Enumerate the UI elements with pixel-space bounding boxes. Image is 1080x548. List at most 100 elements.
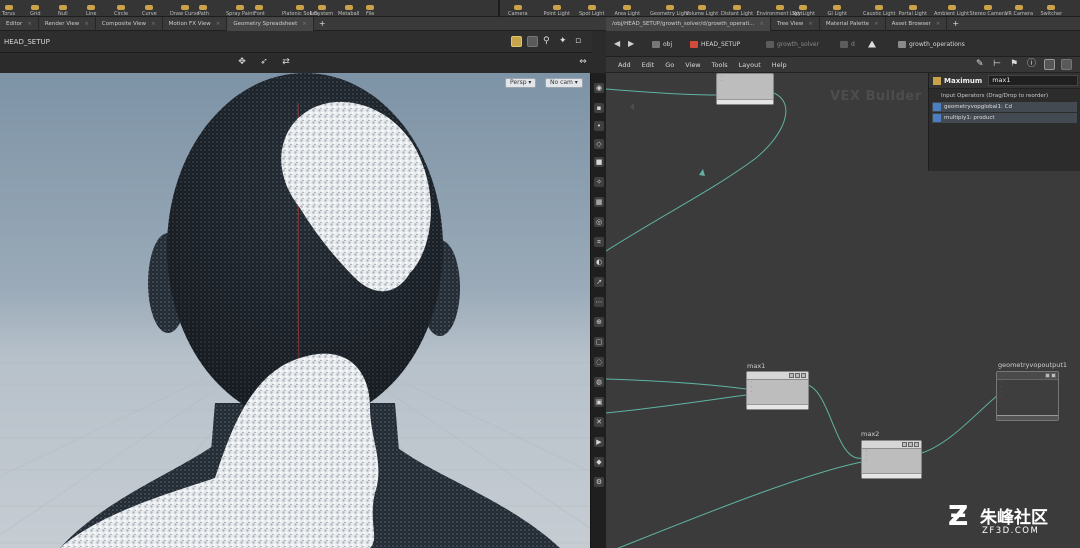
vop-node-output[interactable]: · · · · [996,371,1059,421]
point-icon[interactable]: • [594,121,604,131]
select-icon[interactable]: ➶ [259,57,269,67]
shelf-tool-circle[interactable]: Circle [114,0,128,17]
menu-layout[interactable]: Layout [739,61,761,69]
breadcrumb-growth-solver[interactable]: growth_solver [766,38,819,50]
menu-edit[interactable]: Edit [642,61,655,69]
info-icon[interactable]: ⓘ [1027,59,1038,70]
menu-help[interactable]: Help [772,61,787,69]
ghost-icon[interactable]: ◍ [594,377,604,387]
forward-icon[interactable]: ▶ [628,39,634,48]
shelf-tool-draw-curve[interactable]: Draw Curve [170,0,199,17]
close-icon[interactable]: × [759,21,764,27]
tab-asset-browser[interactable]: Asset Browser × [886,16,948,31]
network-canvas[interactable]: VEX Builder · · max1 · · · max2 · · · ge… [606,73,1080,548]
normals-icon[interactable]: ↗ [594,277,604,287]
shelf-tool-area-light[interactable]: Area Light [615,0,640,17]
close-icon[interactable]: × [27,21,32,27]
template-icon[interactable]: ▣ [594,397,604,407]
settings-icon[interactable]: ⚙ [594,477,604,487]
add-tab-button[interactable]: + [314,19,331,28]
input-operator-item[interactable]: geometryvopglobal1: Cd [932,102,1077,112]
tab-motion-fx-view[interactable]: Motion FX View × [163,16,228,31]
close-icon[interactable]: × [874,21,879,27]
camera-view-icon[interactable]: ◎ [594,217,604,227]
node-name-field[interactable]: max1 [988,75,1079,86]
vop-node-max1[interactable]: · · · [746,371,809,410]
add-tab-button[interactable]: + [947,19,964,28]
persp-menu[interactable]: Persp ▾ [505,78,537,88]
tab-material-palette[interactable]: Material Palette × [820,16,886,31]
close-icon[interactable]: × [808,21,813,27]
shelf-tool-stereo-camera[interactable]: Stereo Camera [970,0,1007,17]
breadcrumb-obj[interactable]: obj [652,38,672,50]
shelf-tool-volume-light[interactable]: Volume Light [686,0,718,17]
menu-view[interactable]: View [685,61,700,69]
edge-icon[interactable]: ◇ [594,139,604,149]
tab-tree-view[interactable]: Tree View × [771,16,820,31]
warning-icon[interactable] [868,38,879,50]
breadcrumb-growth-operations[interactable]: growth_operations [898,38,965,50]
shelf-tool-vr-camera[interactable]: VR Camera [1005,0,1033,17]
shelf-tool-grid[interactable]: Grid [30,0,41,17]
wrench-icon[interactable]: ✎ [976,59,987,70]
viewer-path[interactable]: HEAD_SETUP [4,38,50,46]
breadcrumb-head-setup[interactable]: HEAD_SETUP [690,38,740,50]
light-icon[interactable]: ✧ [594,177,604,187]
shelf-tool-font[interactable]: Font [254,0,265,17]
shelf-tool-point-light[interactable]: Point Light [544,0,570,17]
shelf-tool-spray-paint[interactable]: Spray Paint [226,0,254,17]
close-icon[interactable]: × [302,21,307,27]
snap-icon[interactable]: ⊕ [594,317,604,327]
input-operator-item[interactable]: multiply1: product [932,113,1077,123]
close-icon[interactable]: × [936,21,941,27]
vop-node-max2[interactable]: · · · [861,440,922,479]
tab-composite-view[interactable]: Composite View × [96,16,163,31]
close-icon[interactable]: × [216,21,221,27]
shelf-tool-switcher[interactable]: Switcher [1041,0,1062,17]
close-icon[interactable]: × [84,21,89,27]
shelf-tool-path[interactable]: Path [198,0,209,17]
shelf-tool-ambient-light[interactable]: Ambient Light [934,0,969,17]
shelf-tool-geometry-light[interactable]: Geometry Light [650,0,689,17]
shelf-tool-file[interactable]: File [366,0,374,17]
menu-tools[interactable]: Tools [712,61,728,69]
shelf-tool-torus[interactable]: Torus [2,0,15,17]
maximize-icon[interactable]: ▫ [575,36,586,47]
shelf-tool-gi-light[interactable]: GI Light [828,0,847,17]
shelf-tool-curve[interactable]: Curve [142,0,157,17]
snapshot-icon[interactable] [511,36,522,47]
points-icon[interactable]: ⋯ [594,297,604,307]
flag-icon[interactable]: ⚑ [1010,59,1021,70]
grid-icon[interactable]: ▦ [594,197,604,207]
shelf-tool-l-system[interactable]: L-System [310,0,333,17]
camera-menu[interactable]: No cam ▾ [545,78,583,88]
shelf-tool-line[interactable]: Line [86,0,96,17]
shelf-tool-portal-light[interactable]: Portal Light [899,0,927,17]
display-options-icon[interactable]: ◉ [594,83,604,93]
shelf-tool-metaball[interactable]: Metaball [338,0,359,17]
frame-icon[interactable]: ▢ [594,337,604,347]
shelf-tool-distant-light[interactable]: Distant Light [721,0,753,17]
shelf-tool-sky-light[interactable]: Sky Light [792,0,815,17]
breadcrumb-d[interactable]: d [840,38,855,50]
shelf-tool-spot-light[interactable]: Spot Light [579,0,604,17]
expand-icon[interactable]: ⇔ [578,57,588,67]
menu-go[interactable]: Go [665,61,674,69]
flipbook-icon[interactable]: ▶ [594,437,604,447]
scene-viewport[interactable]: Persp ▾ No cam ▾ [0,73,590,548]
tab-render-view[interactable]: Render View × [39,16,96,31]
back-icon[interactable]: ◀ [614,39,620,48]
render-icon[interactable]: ◆ [594,457,604,467]
tab-geometry-spreadsheet[interactable]: Geometry Spreadsheet × [227,16,314,31]
close-icon[interactable]: × [151,21,156,27]
visibility-icon[interactable]: ◌ [594,357,604,367]
list-view-icon[interactable] [1061,59,1072,70]
menu-add[interactable]: Add [618,61,631,69]
shade-icon[interactable]: ◐ [594,257,604,267]
tree-icon[interactable]: ⊢ [993,59,1004,70]
camera-icon[interactable] [527,36,538,47]
shelf-tool-null[interactable]: Null [58,0,68,17]
link-icon[interactable]: ⚲ [543,36,554,47]
grid-view-icon[interactable] [1044,59,1055,70]
pin-icon[interactable]: ✦ [559,36,570,47]
